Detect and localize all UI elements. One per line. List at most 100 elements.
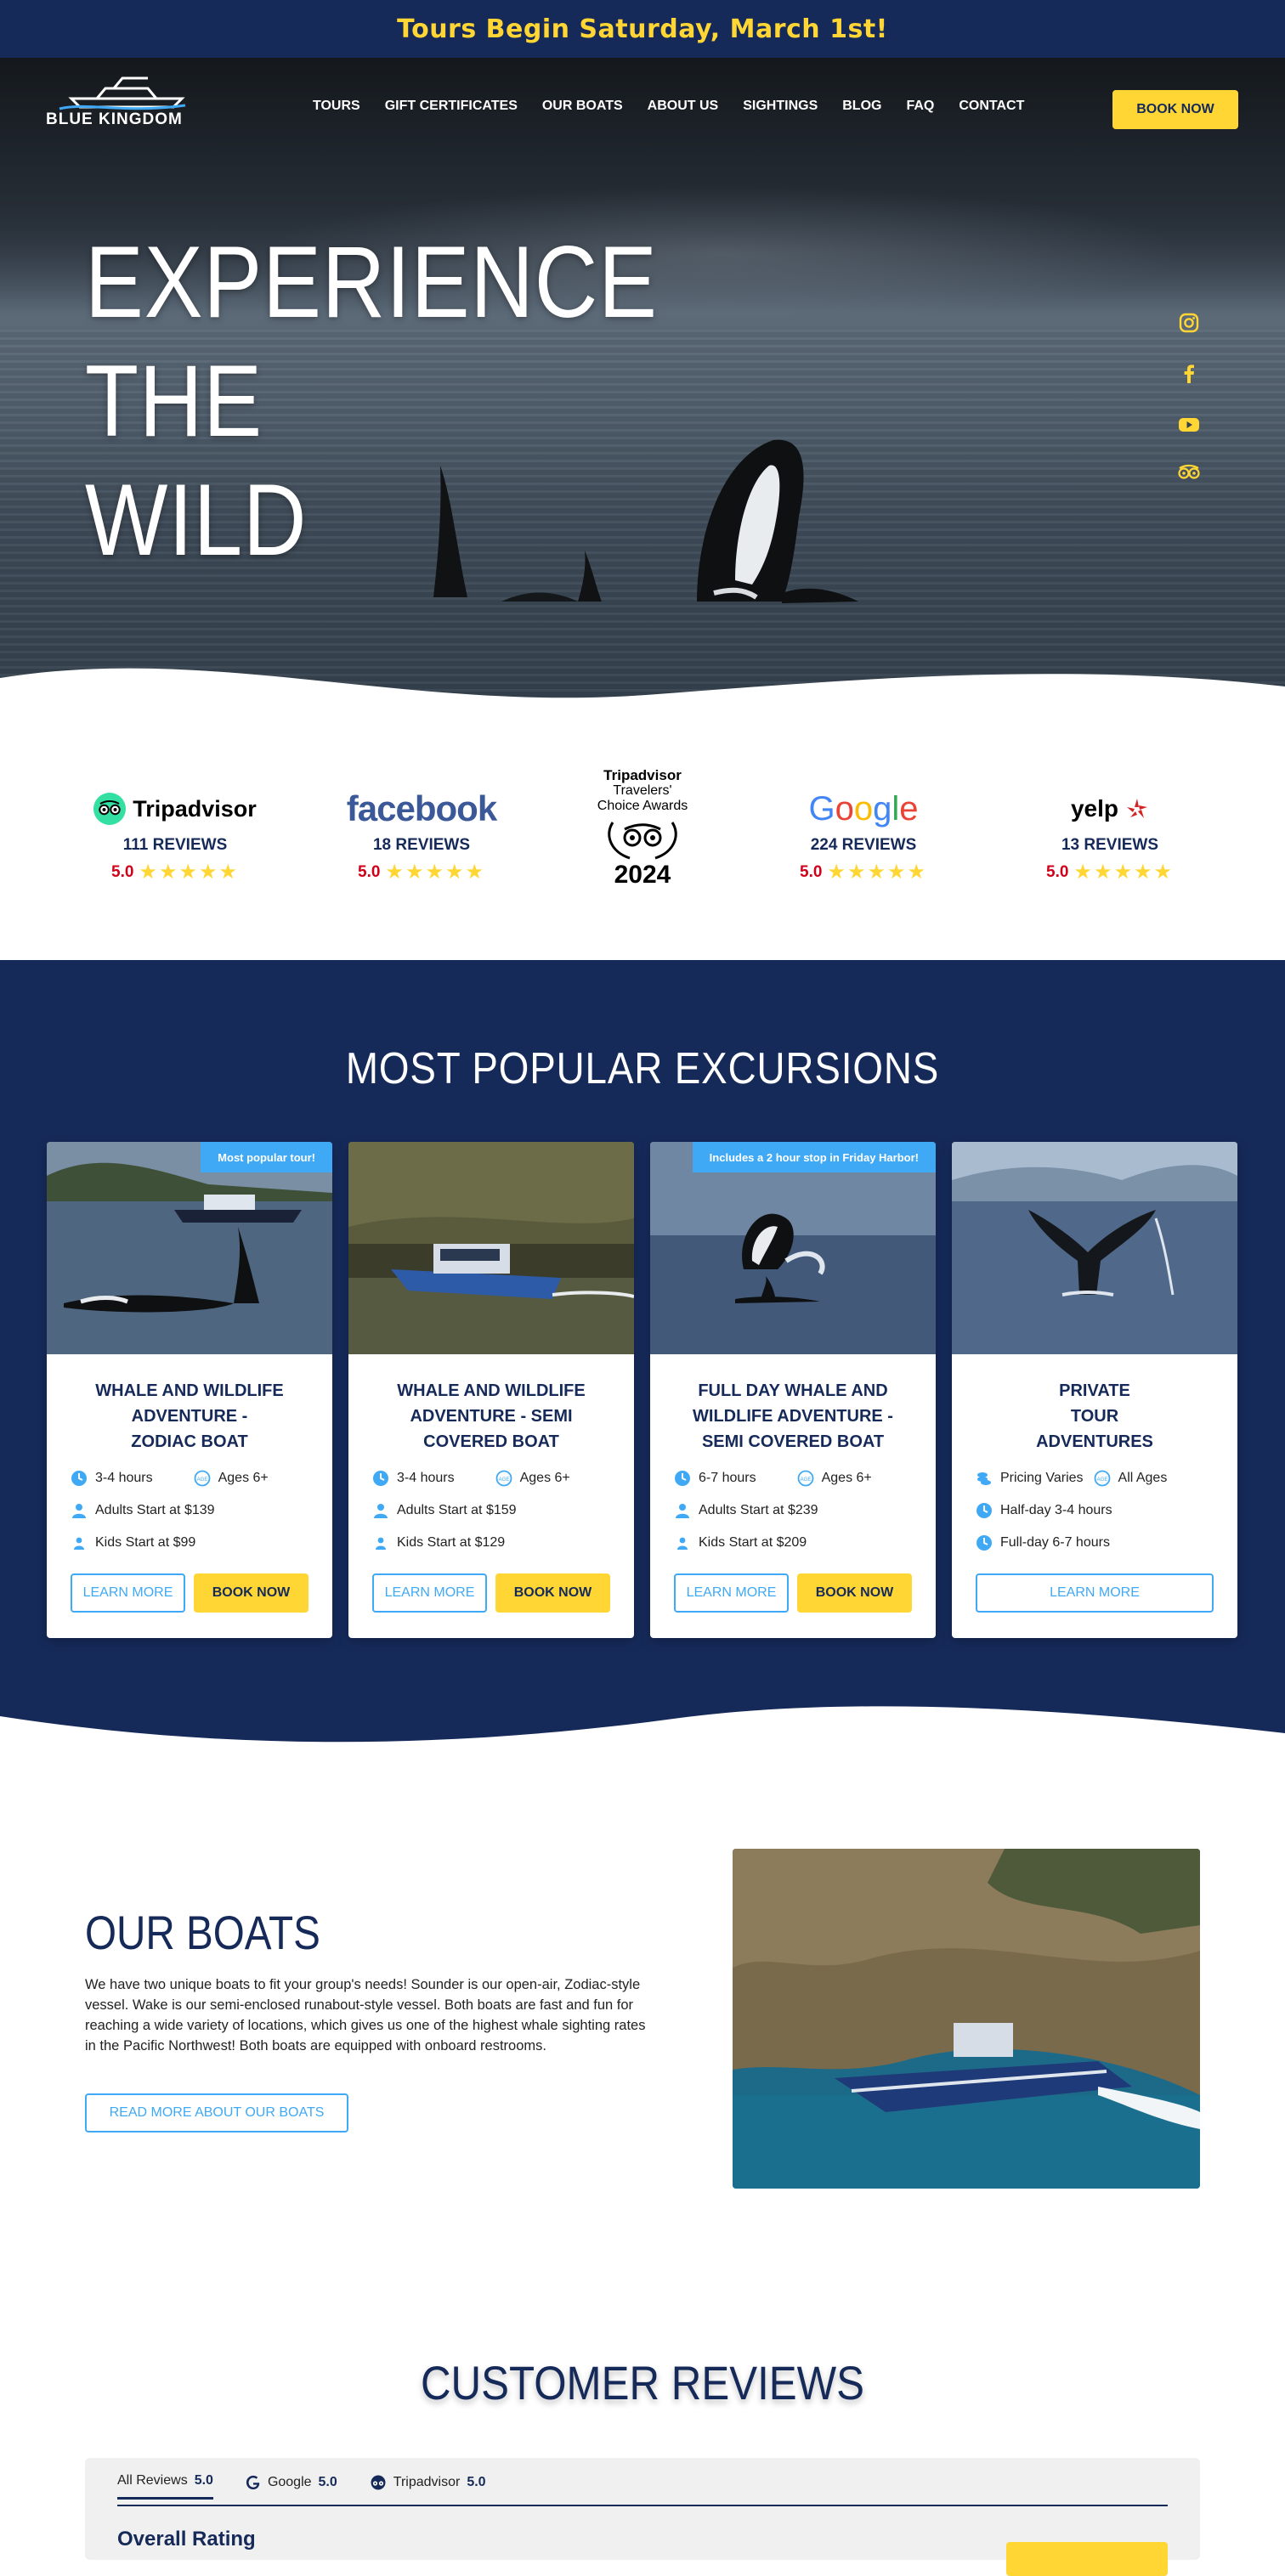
card-title-line: TOUR (1070, 1407, 1119, 1426)
nav-item-tours[interactable]: TOURS (313, 99, 360, 114)
nav-item-our-boats[interactable]: OUR BOATS (542, 99, 623, 114)
card-title-line: SEMI COVERED BOAT (701, 1432, 885, 1451)
most-popular-badge: Most popular tour! (201, 1142, 332, 1172)
age-badge-icon: AGE (495, 1470, 512, 1487)
announcement-bar: Tours Begin Saturday, March 1st! (0, 0, 1285, 58)
learn-more-button[interactable]: LEARN MORE (71, 1573, 185, 1613)
duration-info: 3-4 hours AGE Ages 6+ (71, 1470, 325, 1487)
award-line-2: Travelers' (613, 783, 672, 798)
svg-text:AGE: AGE (1096, 1477, 1107, 1483)
person-icon (72, 1504, 86, 1518)
clock-icon (373, 1471, 388, 1486)
duration-text: 3-4 hours (397, 1471, 455, 1485)
facebook-icon[interactable] (1175, 360, 1203, 387)
google-score: 5.0 (800, 862, 823, 881)
customer-reviews-heading: CUSTOMER REVIEWS (420, 2356, 865, 2409)
tab-score: 5.0 (194, 2473, 213, 2488)
rating-tripadvisor[interactable]: Tripadvisor 111 REVIEWS 5.0 ★★★★★ (82, 703, 269, 884)
card-title-line: ADVENTURE - SEMI (410, 1407, 573, 1426)
google-wordmark: Google (808, 789, 919, 828)
child-icon (677, 1537, 688, 1550)
our-boats-section: OUR BOATS We have two unique boats to fi… (0, 1767, 1285, 2294)
overall-rating-label: Overall Rating (117, 2528, 256, 2551)
facebook-wordmark: facebook (346, 788, 497, 828)
zodiac-boat-photo (733, 1849, 1200, 2189)
semi-covered-boat-photo (348, 1142, 634, 1354)
yelp-wordmark: yelp (1070, 795, 1119, 822)
customer-reviews-section: CUSTOMER REVIEWS All Reviews 5.0 Google … (0, 2294, 1285, 2576)
nav-item-gift-certificates[interactable]: GIFT CERTIFICATES (385, 99, 518, 114)
coins-icon (977, 1472, 991, 1485)
excursions-heading: MOST POPULAR EXCURSIONS (345, 1044, 940, 1093)
facebook-logo: facebook (328, 787, 515, 831)
nav-item-faq[interactable]: FAQ (906, 99, 934, 114)
nav-item-sightings[interactable]: SIGHTINGS (743, 99, 818, 114)
excursion-card-zodiac[interactable]: Most popular tour! WHALE AND WILDLIFE AD… (47, 1142, 332, 1638)
nav-menu: TOURS GIFT CERTIFICATES OUR BOATS ABOUT … (313, 99, 1049, 114)
book-now-button[interactable]: BOOK NOW (797, 1573, 912, 1613)
ages-text: Ages 6+ (519, 1471, 570, 1485)
age-badge-icon: AGE (194, 1470, 210, 1487)
header-book-now-button[interactable]: BOOK NOW (1112, 90, 1238, 129)
card-title-line: COVERED BOAT (423, 1432, 559, 1451)
yelp-logo: yelp (1016, 787, 1203, 831)
adult-price-text: Adults Start at $239 (699, 1503, 818, 1517)
child-icon (74, 1537, 84, 1550)
rating-facebook[interactable]: facebook 18 REVIEWS 5.0 ★★★★★ (328, 703, 515, 884)
star-rating-icon: ★★★★★ (1073, 861, 1174, 884)
write-review-button[interactable] (1006, 2542, 1168, 2576)
kids-price-info: Kids Start at $209 (674, 1534, 929, 1551)
award-line-3: Choice Awards (597, 799, 688, 813)
card-title: WHALE AND WILDLIFE ADVENTURE - ZODIAC BO… (64, 1378, 315, 1455)
adult-price-info: Adults Start at $159 (372, 1502, 627, 1519)
clock-icon (71, 1471, 87, 1486)
youtube-icon[interactable] (1175, 411, 1203, 438)
instagram-icon[interactable] (1175, 309, 1203, 336)
svg-text:AGE: AGE (196, 1477, 207, 1483)
laurel-owl-icon (608, 822, 677, 860)
excursion-card-semi-covered[interactable]: WHALE AND WILDLIFE ADVENTURE - SEMI COVE… (348, 1142, 634, 1638)
adult-price-info: Adults Start at $139 (71, 1502, 325, 1519)
tab-all-reviews[interactable]: All Reviews 5.0 (117, 2473, 213, 2500)
nav-item-blog[interactable]: BLOG (842, 99, 881, 114)
learn-more-button[interactable]: LEARN MORE (372, 1573, 487, 1613)
person-icon (374, 1504, 388, 1518)
tab-tripadvisor[interactable]: Tripadvisor 5.0 (370, 2473, 486, 2500)
nav-item-contact[interactable]: CONTACT (959, 99, 1024, 114)
brand-name: BLUE KINGDOM (46, 110, 183, 128)
kids-price-text: Kids Start at $209 (699, 1535, 807, 1550)
excursion-card-full-day[interactable]: Includes a 2 hour stop in Friday Harbor!… (650, 1142, 936, 1638)
tab-label: Google (267, 2474, 312, 2489)
nav-item-about-us[interactable]: ABOUT US (648, 99, 719, 114)
rating-google[interactable]: Google 224 REVIEWS 5.0 ★★★★★ (770, 703, 957, 884)
learn-more-button[interactable]: LEARN MORE (976, 1573, 1214, 1613)
excursion-card-private-tour[interactable]: PRIVATE TOUR ADVENTURES Pricing Varies A… (952, 1142, 1237, 1638)
friday-harbor-badge: Includes a 2 hour stop in Friday Harbor! (692, 1142, 936, 1172)
tripadvisor-score: 5.0 (111, 862, 134, 881)
book-now-button[interactable]: BOOK NOW (495, 1573, 610, 1613)
duration-info: 6-7 hours AGE Ages 6+ (674, 1470, 929, 1487)
learn-more-button[interactable]: LEARN MORE (674, 1573, 789, 1613)
reviews-widget: All Reviews 5.0 Google 5.0 Tripadvisor 5… (85, 2458, 1200, 2576)
rating-yelp[interactable]: yelp 13 REVIEWS 5.0 ★★★★★ (1016, 703, 1203, 884)
duration-text: 6-7 hours (699, 1471, 756, 1485)
site-logo[interactable]: BLUE KINGDOM (44, 73, 197, 133)
tab-google[interactable]: Google 5.0 (246, 2473, 337, 2500)
ages-text: Ages 6+ (821, 1471, 872, 1485)
google-logo: Google (770, 787, 957, 831)
adult-price-text: Adults Start at $159 (397, 1503, 517, 1517)
kids-price-info: Kids Start at $99 (71, 1534, 325, 1551)
full-day-text: Full-day 6-7 hours (1000, 1535, 1110, 1550)
adult-price-info: Adults Start at $239 (674, 1502, 929, 1519)
read-more-boats-button[interactable]: READ MORE ABOUT OUR BOATS (85, 2093, 348, 2133)
google-review-count: 224 REVIEWS (810, 836, 917, 854)
star-rating-icon: ★★★★★ (827, 861, 927, 884)
excursions-wave-divider (0, 1706, 1285, 1769)
card-title: PRIVATE TOUR ADVENTURES (969, 1378, 1220, 1455)
book-now-button[interactable]: BOOK NOW (194, 1573, 309, 1613)
tripadvisor-owl-icon (93, 793, 127, 825)
tripadvisor-icon[interactable] (1175, 459, 1203, 486)
tab-score: 5.0 (318, 2474, 337, 2489)
hero-headline: EXPERIENCE THE WILD (85, 223, 658, 579)
tripadvisor-logo: Tripadvisor (82, 787, 269, 831)
